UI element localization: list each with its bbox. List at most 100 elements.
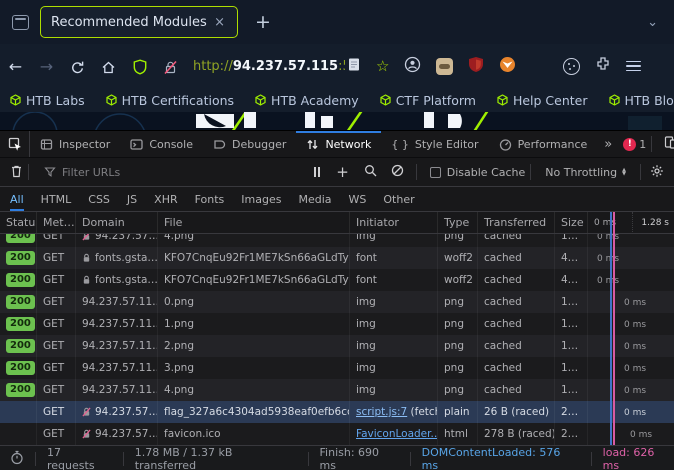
forward-button[interactable]: → <box>31 57 62 76</box>
tab-debugger[interactable]: Debugger <box>203 131 296 157</box>
browser-tab[interactable]: Recommended Modules × <box>40 6 238 38</box>
clear-requests-button[interactable] <box>10 164 23 181</box>
shield-icon <box>133 59 146 75</box>
pick-element-button[interactable] <box>0 131 30 157</box>
network-settings-button[interactable] <box>650 164 664 181</box>
table-row[interactable]: 200 GET fonts.gsta… KFO7CnqEu92Fr1ME7kSn… <box>0 269 674 291</box>
home-button[interactable] <box>93 57 124 76</box>
filter-media[interactable]: Media <box>298 187 331 211</box>
reader-mode-button[interactable] <box>347 57 361 76</box>
ublock-origin-icon[interactable] <box>468 56 484 77</box>
search-icon <box>364 165 377 177</box>
table-row[interactable]: 200 GET 94.237.57.11… 0.png img png cach… <box>0 291 674 313</box>
filter-fonts[interactable]: Fonts <box>195 187 225 211</box>
table-row[interactable]: GET 94.237.57… favicon.ico FaviconLoader… <box>0 423 674 445</box>
close-tab-icon[interactable]: × <box>212 15 227 30</box>
status-badge: 200 <box>6 339 35 353</box>
status-badge: 200 <box>6 361 35 375</box>
new-request-button[interactable]: + <box>336 163 349 181</box>
status-badge: 200 <box>6 383 35 397</box>
cookie-editor-icon[interactable] <box>563 57 581 75</box>
bookmark-htb-blog[interactable]: HTB Blog <box>608 93 674 108</box>
bookmark-ctf-platform[interactable]: CTF Platform <box>380 93 476 108</box>
filter-urls-input[interactable]: Filter URLs <box>44 166 120 179</box>
filter-css[interactable]: CSS <box>88 187 110 211</box>
error-badge[interactable]: ! 1 <box>623 137 646 151</box>
filter-js[interactable]: JS <box>127 187 137 211</box>
bookmark-htb-labs[interactable]: HTB Labs <box>10 93 85 108</box>
throttling-select[interactable]: No Throttling ▲ ▼ <box>545 166 626 179</box>
table-row[interactable]: 200 GET 94.237.57… 4.png img png cached … <box>0 234 674 247</box>
dom-content-loaded-time: DOMContentLoaded: 576 ms <box>421 445 561 470</box>
filter-other[interactable]: Other <box>383 187 414 211</box>
disable-cache-label: Disable Cache <box>446 165 526 179</box>
col-initiator[interactable]: Initiator <box>350 212 438 233</box>
back-button[interactable]: ← <box>0 57 31 76</box>
table-row-flag-selected[interactable]: GET 94.237.57… flag_327a6c4304ad5938eaf0… <box>0 401 674 423</box>
col-type[interactable]: Type <box>438 212 478 233</box>
performance-analysis-button[interactable] <box>10 450 24 468</box>
url-protocol: http:// <box>193 58 233 74</box>
bookmark-help-center[interactable]: Help Center <box>497 93 588 108</box>
foxyproxy-icon[interactable] <box>499 56 516 77</box>
filter-images[interactable]: Images <box>241 187 281 211</box>
load-event-marker <box>613 212 615 445</box>
search-button[interactable] <box>364 164 377 180</box>
menu-hamburger-icon[interactable] <box>626 60 642 72</box>
pause-traffic-button[interactable] <box>313 167 321 177</box>
reload-button[interactable] <box>62 57 93 76</box>
extension-purple-gem-icon[interactable] <box>531 58 548 75</box>
devtools-tabbar: Inspector Console Debugger Network { } S… <box>0 131 674 158</box>
initiator-link[interactable]: FaviconLoader.… <box>356 428 437 440</box>
status-badge: 200 <box>6 251 35 265</box>
tab-style-editor[interactable]: { } Style Editor <box>381 131 488 157</box>
account-icon <box>405 56 421 72</box>
url-bar[interactable]: http://94.237.57.115:556 <box>193 59 345 74</box>
table-row[interactable]: 200 GET fonts.gsta… KFO7CnqEu92Fr1ME7kSn… <box>0 247 674 269</box>
col-size[interactable]: Size <box>555 212 588 233</box>
tab-network[interactable]: Network <box>296 131 382 157</box>
tab-inspector[interactable]: Inspector <box>30 131 120 157</box>
disable-cache-checkbox[interactable] <box>429 166 441 178</box>
tab-performance[interactable]: Performance <box>489 131 598 157</box>
table-row[interactable]: 200 GET 94.237.57.11… 1.png img png cach… <box>0 313 674 335</box>
trash-icon <box>12 165 21 177</box>
table-row[interactable]: 200 GET 94.237.57.11… 4.png img png cach… <box>0 379 674 401</box>
htb-cube-icon <box>10 94 21 106</box>
bookmark-htb-academy[interactable]: HTB Academy <box>255 93 359 108</box>
request-rows: 200 GET 94.237.57… 4.png img png cached … <box>0 234 674 445</box>
firefox-view-icon[interactable] <box>12 14 29 30</box>
filter-all[interactable]: All <box>10 187 24 211</box>
extension-raccoon-icon[interactable] <box>436 57 454 75</box>
filter-ws[interactable]: WS <box>349 187 367 211</box>
block-icon <box>391 164 403 177</box>
list-tabs-chevron-icon[interactable]: ⌄ <box>647 15 658 30</box>
tracking-protection-button[interactable] <box>124 57 155 76</box>
block-request-button[interactable] <box>391 164 404 180</box>
initiator-link[interactable]: script.js:7 <box>356 406 407 418</box>
requests-count: 17 requests <box>47 445 95 470</box>
col-transferred[interactable]: Transferred <box>478 212 555 233</box>
responsive-design-button[interactable] <box>659 135 674 153</box>
col-waterfall[interactable]: 0 ms 1.28 s <box>588 212 674 233</box>
col-method[interactable]: Met… <box>37 212 76 233</box>
htb-cube-icon <box>106 94 117 106</box>
home-icon <box>102 61 115 73</box>
extensions-puzzle-icon[interactable] <box>595 56 611 76</box>
new-tab-button[interactable]: + <box>255 12 271 32</box>
col-domain[interactable]: Domain <box>76 212 158 233</box>
more-tools-chevrons[interactable]: » <box>597 137 619 152</box>
col-file[interactable]: File <box>158 212 350 233</box>
bookmark-htb-certifications[interactable]: HTB Certifications <box>106 93 234 108</box>
tab-console[interactable]: Console <box>120 131 203 157</box>
account-button[interactable] <box>404 56 421 77</box>
status-badge: 200 <box>6 273 35 287</box>
url-port: :556 <box>338 58 345 74</box>
filter-xhr[interactable]: XHR <box>154 187 177 211</box>
table-row[interactable]: 200 GET 94.237.57.11… 3.png img png cach… <box>0 357 674 379</box>
table-row[interactable]: 200 GET 94.237.57.11… 2.png img png cach… <box>0 335 674 357</box>
col-status[interactable]: Status <box>0 212 37 233</box>
bookmark-star-icon[interactable]: ☆ <box>376 58 389 74</box>
insecure-connection-button[interactable] <box>155 57 186 76</box>
filter-html[interactable]: HTML <box>41 187 72 211</box>
